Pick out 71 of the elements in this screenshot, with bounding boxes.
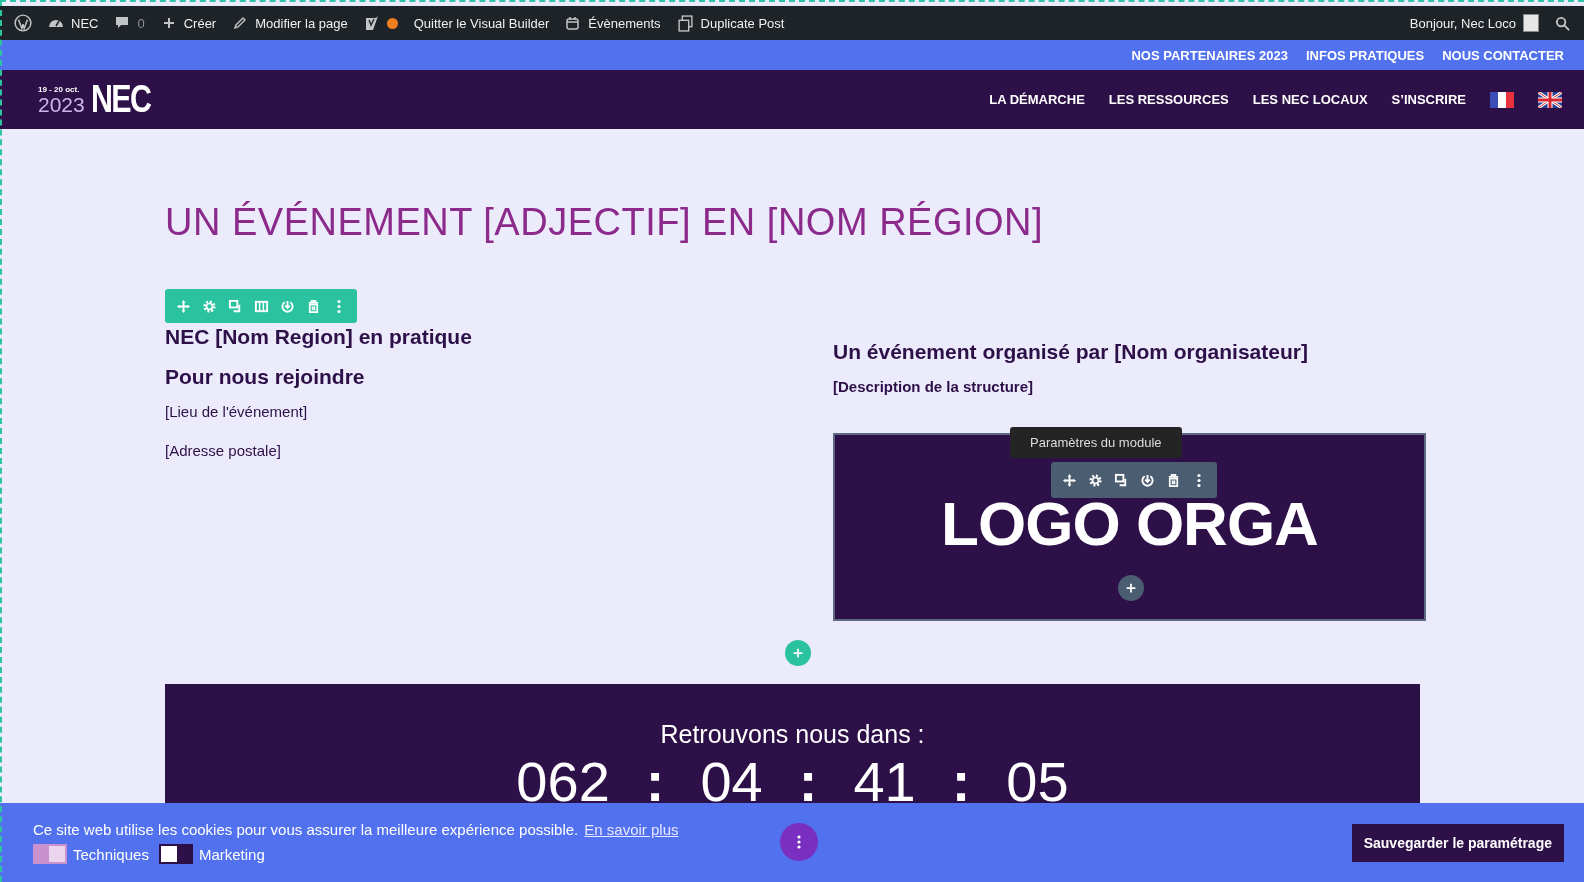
settings-icon <box>1087 472 1103 488</box>
add-module-button[interactable] <box>1118 575 1144 601</box>
avatar-icon <box>1523 14 1539 32</box>
section-subheading: Pour nous rejoindre <box>165 365 366 389</box>
logo-dates: 19 - 20 oct. <box>38 84 81 94</box>
body-text: [Adresse postale] <box>165 442 282 459</box>
cookie-message: Ce site web utilise les cookies pour vous assurer la meilleure expérience possible. <box>33 821 579 838</box>
toggle-switch[interactable] <box>33 844 67 864</box>
countdown-separator: : <box>951 753 971 812</box>
settings-icon <box>201 298 217 314</box>
save-settings-button[interactable]: Sauvegarder le paramétrage <box>1351 823 1564 862</box>
top-menu-link[interactable]: NOUS CONTACTER <box>1442 47 1564 63</box>
logo-year: 2023 <box>38 93 85 115</box>
comment-icon <box>114 15 131 31</box>
new-link[interactable]: Créer <box>160 15 217 31</box>
copy-icon <box>676 14 694 32</box>
more-icon <box>797 834 801 850</box>
duplicate-post-link[interactable]: Duplicate Post <box>676 14 785 32</box>
learn-more-link[interactable]: En savoir plus <box>584 821 679 838</box>
seo-menu[interactable] <box>363 15 398 31</box>
columns-icon <box>253 298 269 314</box>
plus-icon <box>1124 581 1138 595</box>
uk-flag-icon[interactable] <box>1538 91 1562 108</box>
nav-link[interactable]: LA DÉMARCHE <box>989 92 1085 107</box>
nav-link[interactable]: S’INSCRIRE <box>1391 92 1466 107</box>
duplicate-icon <box>227 298 243 314</box>
description-text: [Description de la structure] <box>833 378 1035 395</box>
dup-button[interactable] <box>1113 472 1129 488</box>
move-icon <box>175 298 191 314</box>
site-link[interactable]: NEC <box>48 15 99 31</box>
calendar-icon <box>565 15 582 31</box>
logo-placeholder-text: LOGO ORGA <box>941 487 1318 559</box>
section-heading: Un événement organisé par [Nom organisateur] <box>833 340 1309 364</box>
top-menu-link[interactable]: NOS PARTENAIRES 2023 <box>1131 47 1288 63</box>
comments-link[interactable]: 0 <box>114 15 145 31</box>
body-text: [Lieu de l'événement] <box>165 403 309 420</box>
power-icon <box>279 298 295 314</box>
nav-link[interactable]: LES RESSOURCES <box>1108 92 1229 107</box>
logo-name: NEC <box>90 78 151 121</box>
countdown-value: 04 <box>700 753 763 812</box>
move-button[interactable] <box>1061 472 1077 488</box>
status-dot-icon <box>386 17 398 29</box>
top-menu-link[interactable]: INFOS PRATIQUES <box>1305 47 1425 63</box>
more-icon <box>1197 472 1201 488</box>
move-icon <box>1061 472 1077 488</box>
countdown-title: Retrouvons nous dans : <box>660 720 925 749</box>
tooltip: Paramètres du module <box>1010 427 1182 458</box>
countdown-value: 062 <box>516 753 610 812</box>
plus-icon <box>791 646 805 660</box>
countdown-separator: : <box>798 753 818 812</box>
duplicate-icon <box>1113 472 1129 488</box>
page-title: UN ÉVÉNEMENT [ADJECTIF] EN [NOM RÉGION] <box>165 201 1045 244</box>
countdown-value: 05 <box>1006 753 1069 812</box>
power-icon <box>1139 472 1155 488</box>
countdown-separator: : <box>645 753 665 812</box>
nav-link[interactable]: LES NEC LOCAUX <box>1252 92 1368 107</box>
seo-icon <box>363 15 380 31</box>
section-heading: NEC [Nom Region] en pratique <box>165 325 473 349</box>
french-flag-icon[interactable] <box>1490 91 1514 108</box>
cookie-toggle[interactable]: Marketing <box>158 844 265 864</box>
events-link[interactable]: Évènements <box>565 15 661 31</box>
more-icon <box>337 298 341 314</box>
search-icon <box>1555 15 1570 31</box>
exit-builder-link[interactable]: Quitter le Visual Builder <box>413 15 550 31</box>
cookie-toggle[interactable]: Techniques <box>33 844 149 864</box>
countdown-value: 41 <box>853 753 916 812</box>
toggle-switch[interactable] <box>158 844 193 864</box>
edit-page-link[interactable]: Modifier la page <box>232 15 348 31</box>
power-button[interactable] <box>1139 472 1155 488</box>
account-menu[interactable]: Bonjour, Nec Loco <box>1409 14 1539 32</box>
gear-button[interactable] <box>1087 472 1103 488</box>
